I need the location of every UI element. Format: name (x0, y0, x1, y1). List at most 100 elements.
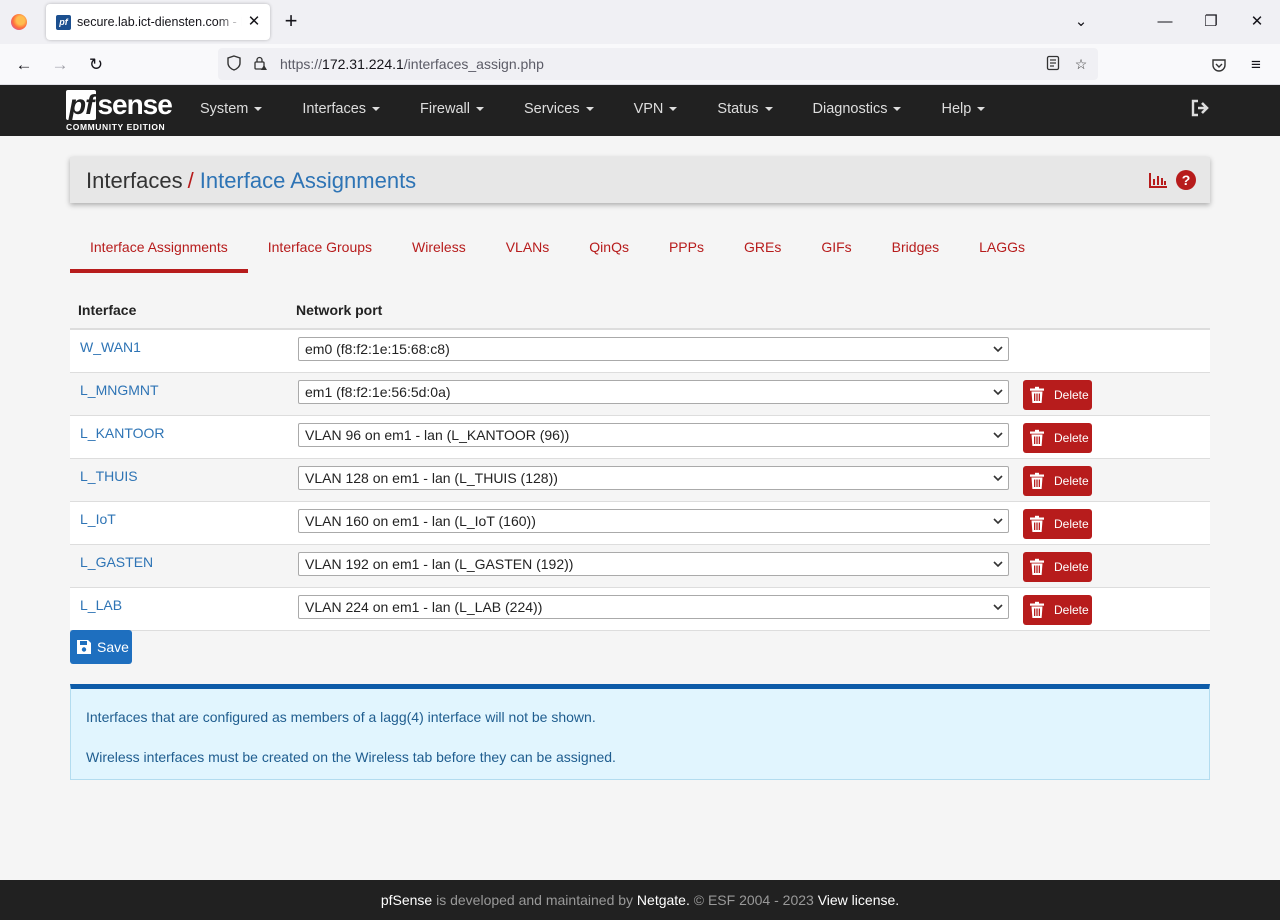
chevron-down-icon (993, 382, 1003, 410)
minimize-icon[interactable]: — (1154, 12, 1176, 32)
interface-link[interactable]: L_GASTEN (80, 554, 153, 570)
reload-icon[interactable]: ↻ (84, 53, 108, 77)
info-alert: Interfaces that are configured as member… (70, 684, 1210, 780)
footer-netgate-link[interactable]: Netgate. (637, 892, 690, 908)
hamburger-menu-icon[interactable]: ≡ (1244, 53, 1268, 77)
table-row: L_LAB VLAN 224 on em1 - lan (L_LAB (224))… (70, 588, 1210, 631)
tab-gifs[interactable]: GIFs (801, 231, 871, 273)
tab-qinqs[interactable]: QinQs (569, 231, 649, 273)
info-line-lagg: Interfaces that are configured as member… (86, 709, 596, 725)
column-header-network-port: Network port (296, 302, 383, 318)
delete-button[interactable]: Delete (1023, 509, 1092, 539)
pfsense-favicon-icon: pf (56, 15, 71, 30)
section-tabs: Interface Assignments Interface Groups W… (70, 231, 1045, 273)
column-header-interface: Interface (78, 302, 137, 318)
menu-system[interactable]: System (180, 85, 282, 136)
url-host: 172.31.224.1 (322, 56, 404, 72)
menu-label: System (200, 101, 249, 117)
save-button[interactable]: Save (70, 630, 132, 664)
network-port-select[interactable]: VLAN 192 on em1 - lan (L_GASTEN (192)) (298, 552, 1009, 576)
network-port-value: VLAN 160 on em1 - lan (L_IoT (160)) (305, 513, 536, 529)
network-port-select[interactable]: VLAN 128 on em1 - lan (L_THUIS (128)) (298, 466, 1009, 490)
restore-icon[interactable]: ❐ (1200, 12, 1222, 32)
bookmark-star-icon[interactable]: ☆ (1072, 55, 1090, 73)
network-port-value: em0 (f8:f2:1e:15:68:c8) (305, 341, 450, 357)
network-port-value: VLAN 96 on em1 - lan (L_KANTOOR (96)) (305, 427, 570, 443)
network-port-value: VLAN 224 on em1 - lan (L_LAB (224)) (305, 599, 543, 615)
menu-diagnostics[interactable]: Diagnostics (793, 85, 922, 136)
floppy-disk-icon (77, 640, 91, 654)
network-port-select[interactable]: em0 (f8:f2:1e:15:68:c8) (298, 337, 1009, 361)
tab-wireless[interactable]: Wireless (392, 231, 486, 273)
table-row: L_THUIS VLAN 128 on em1 - lan (L_THUIS (1… (70, 459, 1210, 502)
trash-icon (1030, 558, 1044, 575)
breadcrumb-separator: / (187, 168, 194, 193)
tab-gres[interactable]: GREs (724, 231, 801, 273)
tab-interface-assignments[interactable]: Interface Assignments (70, 231, 248, 273)
interface-link[interactable]: W_WAN1 (80, 339, 141, 355)
logo-pf: pf (66, 90, 97, 120)
pfsense-navbar: pf sense COMMUNITY EDITION System Interfa… (0, 85, 1280, 136)
pocket-icon[interactable] (1207, 53, 1231, 77)
tab-bridges[interactable]: Bridges (872, 231, 959, 273)
breadcrumb: Interfaces / Interface Assignments (86, 168, 416, 194)
shield-icon[interactable] (225, 55, 243, 73)
interface-link[interactable]: L_LAB (80, 597, 122, 613)
menu-vpn[interactable]: VPN (614, 85, 698, 136)
forward-arrow-icon[interactable]: → (48, 53, 72, 77)
footer-license-link[interactable]: View license. (818, 892, 899, 908)
interface-link[interactable]: L_IoT (80, 511, 116, 527)
delete-button[interactable]: Delete (1023, 423, 1092, 453)
network-port-select[interactable]: VLAN 96 on em1 - lan (L_KANTOOR (96)) (298, 423, 1009, 447)
reader-view-icon[interactable] (1044, 55, 1062, 73)
pfsense-logo[interactable]: pf sense COMMUNITY EDITION (66, 90, 176, 132)
tab-vlans[interactable]: VLANs (486, 231, 570, 273)
chevron-down-icon[interactable]: ⌄ (1070, 12, 1092, 32)
firefox-logo-icon[interactable] (11, 14, 27, 30)
chevron-down-icon (993, 554, 1003, 582)
browser-tab-bar: pf secure.lab.ict-diensten.com - Interfa… (0, 0, 1280, 44)
url-bar[interactable]: https://172.31.224.1/interfaces_assign.p… (218, 48, 1098, 80)
network-port-select[interactable]: VLAN 224 on em1 - lan (L_LAB (224)) (298, 595, 1009, 619)
chevron-down-icon (993, 339, 1003, 367)
network-port-value: VLAN 128 on em1 - lan (L_THUIS (128)) (305, 470, 558, 486)
menu-help[interactable]: Help (921, 85, 1005, 136)
save-button-label: Save (97, 639, 129, 655)
browser-tab[interactable]: pf secure.lab.ict-diensten.com - Interfa… (46, 4, 270, 40)
network-port-select[interactable]: VLAN 160 on em1 - lan (L_IoT (160)) (298, 509, 1009, 533)
url-path: /interfaces_assign.php (403, 56, 544, 72)
delete-button[interactable]: Delete (1023, 380, 1092, 410)
interface-link[interactable]: L_THUIS (80, 468, 138, 484)
delete-button[interactable]: Delete (1023, 552, 1092, 582)
menu-status[interactable]: Status (697, 85, 792, 136)
url-text[interactable]: https://172.31.224.1/interfaces_assign.p… (280, 56, 544, 72)
delete-button[interactable]: Delete (1023, 595, 1092, 625)
table-row: L_GASTEN VLAN 192 on em1 - lan (L_GASTEN … (70, 545, 1210, 588)
table-body: W_WAN1 em0 (f8:f2:1e:15:68:c8) L_MNGMNT em1… (70, 330, 1210, 631)
delete-button-label: Delete (1054, 474, 1089, 488)
menu-interfaces[interactable]: Interfaces (282, 85, 400, 136)
network-port-select[interactable]: em1 (f8:f2:1e:56:5d:0a) (298, 380, 1009, 404)
menu-label: Help (941, 101, 972, 117)
back-arrow-icon[interactable]: ← (12, 53, 36, 77)
close-icon[interactable]: ✕ (244, 12, 264, 32)
tab-laggs[interactable]: LAGGs (959, 231, 1045, 273)
network-port-value: VLAN 192 on em1 - lan (L_GASTEN (192)) (305, 556, 574, 572)
tab-ppps[interactable]: PPPs (649, 231, 724, 273)
delete-button[interactable]: Delete (1023, 466, 1092, 496)
lock-warning-icon[interactable] (251, 55, 269, 73)
plus-icon[interactable]: + (280, 10, 302, 32)
bar-chart-icon[interactable] (1148, 170, 1168, 190)
sign-out-icon[interactable] (1190, 99, 1212, 121)
menu-services[interactable]: Services (504, 85, 614, 136)
interface-link[interactable]: L_KANTOOR (80, 425, 165, 441)
table-header: Interface Network port (70, 295, 1210, 330)
interface-link[interactable]: L_MNGMNT (80, 382, 159, 398)
delete-button-label: Delete (1054, 431, 1089, 445)
menu-firewall[interactable]: Firewall (400, 85, 504, 136)
breadcrumb-current[interactable]: Interface Assignments (200, 168, 416, 193)
window-close-icon[interactable]: ✕ (1246, 12, 1268, 32)
tab-interface-groups[interactable]: Interface Groups (248, 231, 392, 273)
help-circle-icon[interactable]: ? (1176, 170, 1196, 190)
caret-down-icon (977, 107, 986, 112)
